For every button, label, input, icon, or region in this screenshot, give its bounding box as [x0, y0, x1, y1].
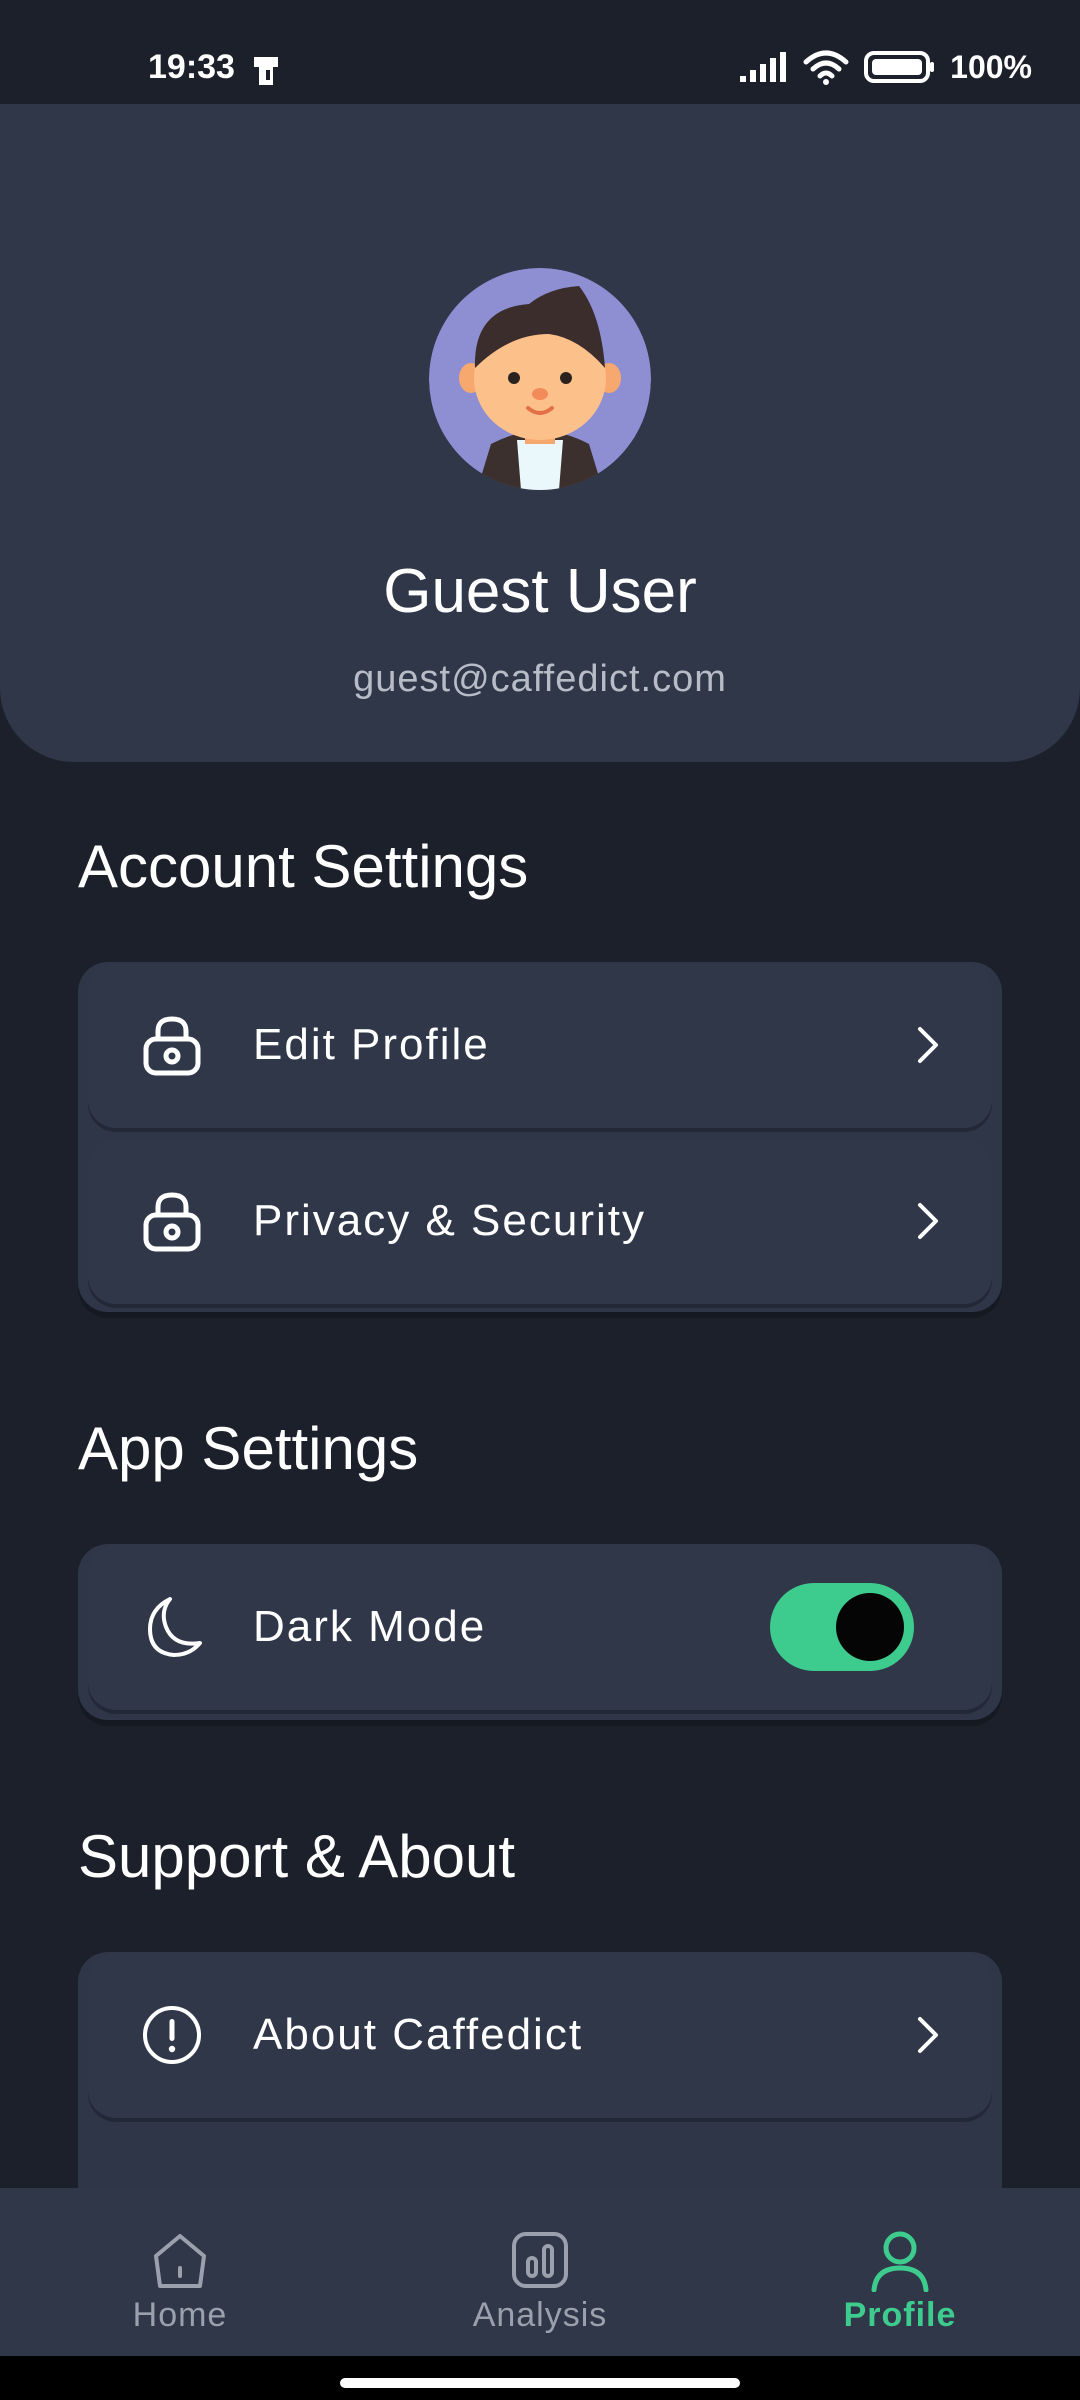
battery-percentage: 100%: [950, 48, 1032, 85]
privacy-security-label: Privacy & Security: [253, 1196, 646, 1245]
lock-icon: [143, 1192, 201, 1252]
notification-icon: [254, 57, 278, 85]
status-bar: 19:33 100%: [0, 0, 1080, 104]
dark-mode-toggle[interactable]: [770, 1583, 914, 1671]
avatar: [429, 268, 651, 490]
chevron-right-icon: [918, 1027, 938, 1063]
section-title-app: App Settings: [78, 1415, 419, 1482]
section-title-account: Account Settings: [78, 833, 529, 900]
moon-icon: [148, 1597, 202, 1657]
edit-profile-row[interactable]: Edit Profile: [88, 962, 992, 1128]
nav-label-profile: Profile: [843, 2296, 957, 2334]
user-email: guest@caffedict.com: [353, 658, 727, 700]
toggle-knob: [836, 1593, 904, 1661]
about-caffedict-row[interactable]: About Caffedict: [88, 1952, 992, 2118]
chevron-right-icon: [918, 2017, 938, 2053]
nav-item-home[interactable]: Home: [60, 2188, 300, 2356]
lock-icon: [143, 1016, 201, 1076]
gesture-area: [0, 2356, 1080, 2400]
status-indicators: 100%: [738, 48, 1032, 86]
nav-item-analysis[interactable]: Analysis: [420, 2188, 660, 2356]
section-title-support: Support & About: [78, 1823, 515, 1890]
chevron-right-icon: [918, 1203, 938, 1239]
edit-profile-label: Edit Profile: [253, 1020, 490, 1069]
user-name: Guest User: [383, 557, 697, 626]
status-time: 19:33: [148, 48, 235, 86]
chart-icon: [512, 2232, 568, 2288]
nav-label-analysis: Analysis: [472, 2296, 608, 2334]
account-settings-card: Edit Profile Privacy & Security: [78, 962, 1002, 1312]
dark-mode-label: Dark Mode: [253, 1602, 487, 1651]
bottom-navigation: Home Analysis Profile: [0, 2188, 1080, 2356]
dark-mode-row: Dark Mode: [88, 1544, 992, 1710]
home-icon: [154, 2234, 206, 2288]
privacy-security-row[interactable]: Privacy & Security: [88, 1138, 992, 1304]
info-icon: [143, 2006, 201, 2064]
wifi-icon: [803, 50, 849, 85]
nav-label-home: Home: [132, 2296, 228, 2334]
app-settings-card: Dark Mode: [78, 1544, 1002, 1720]
home-gesture-bar[interactable]: [340, 2378, 740, 2388]
about-caffedict-label: About Caffedict: [253, 2010, 584, 2059]
user-icon: [871, 2231, 929, 2292]
nav-item-profile[interactable]: Profile: [780, 2188, 1020, 2356]
signal-icon: [740, 52, 787, 82]
battery-icon: [864, 51, 935, 83]
